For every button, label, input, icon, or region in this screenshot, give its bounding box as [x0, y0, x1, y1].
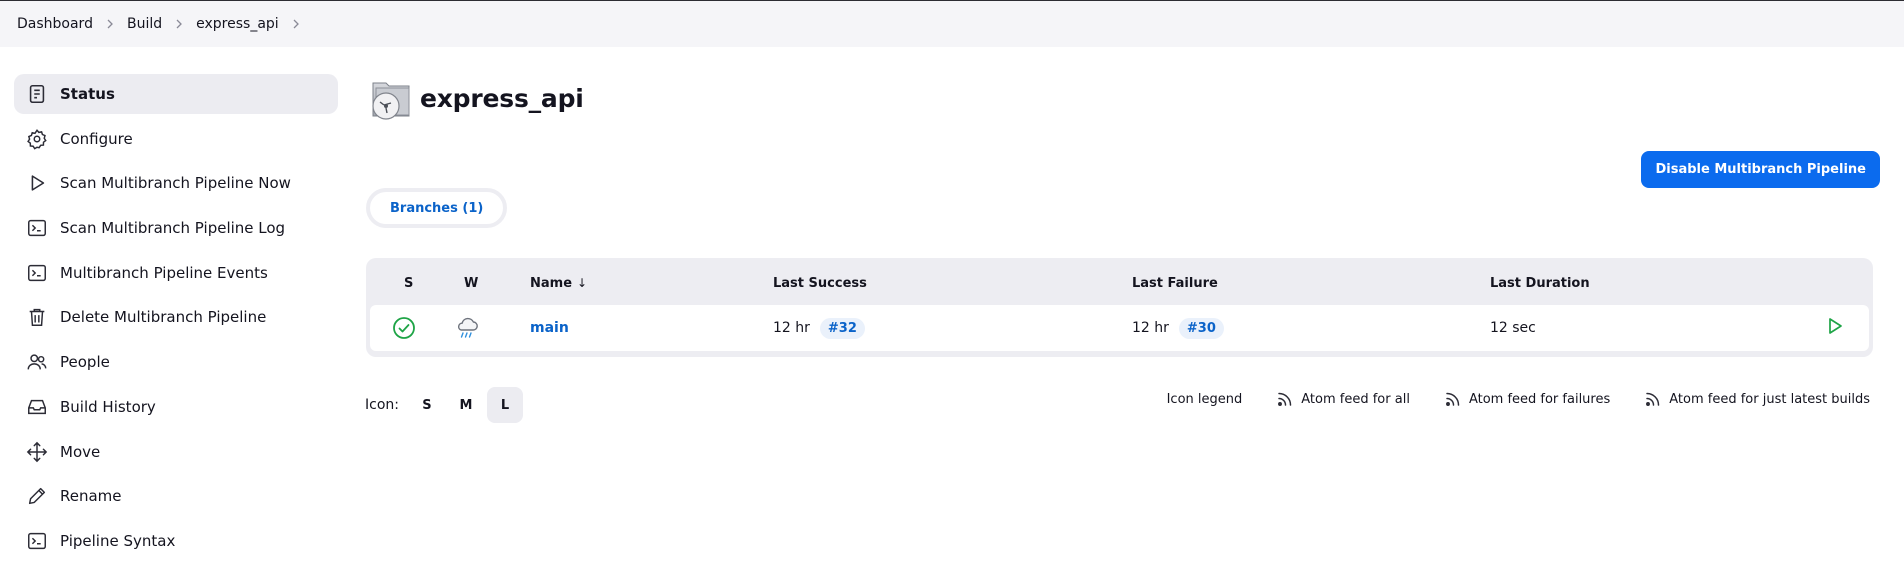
sidebar-item-label: People — [60, 353, 110, 372]
rss-icon — [1445, 392, 1460, 406]
rss-icon — [1646, 392, 1660, 406]
column-header-last-duration[interactable]: Last Duration — [1490, 261, 1590, 305]
icon-size-label: Icon: — [365, 397, 399, 413]
table-row: main 12 hr #32 12 hr #30 12 sec — [370, 305, 1869, 351]
last-failure-cell: 12 hr #30 — [1132, 305, 1224, 351]
last-failure-build-link[interactable]: #30 — [1178, 317, 1224, 339]
main-content: express_api Disable Multibranch Pipeline… — [365, 47, 1880, 538]
sidebar-item-label: Move — [60, 442, 101, 461]
atom-feed-latest-label: Atom feed for just latest builds — [1669, 391, 1870, 407]
sidebar-item-pipeline-events[interactable]: Multibranch Pipeline Events — [14, 253, 338, 293]
play-icon — [1825, 316, 1845, 340]
atom-feed-failures-link[interactable]: Atom feed for failures — [1445, 391, 1610, 407]
sidebar-item-build-history[interactable]: Build History — [14, 387, 338, 427]
sidebar-item-label: Scan Multibranch Pipeline Now — [60, 174, 291, 193]
atom-feed-all-link[interactable]: Atom feed for all — [1277, 391, 1410, 407]
column-header-s[interactable]: S — [404, 261, 413, 305]
chevron-right-icon[interactable] — [279, 19, 313, 29]
sidebar-item-scan-now[interactable]: Scan Multibranch Pipeline Now — [14, 163, 338, 203]
sidebar-item-scan-log[interactable]: Scan Multibranch Pipeline Log — [14, 208, 338, 248]
atom-feed-latest-link[interactable]: Atom feed for just latest builds — [1645, 391, 1870, 407]
chevron-right-icon — [162, 19, 196, 29]
sidebar-item-move[interactable]: Move — [14, 432, 338, 472]
breadcrumb-build[interactable]: Build — [127, 16, 162, 32]
sidebar: Status Configure Scan Multibranch Pipeli… — [14, 74, 338, 566]
schedule-build-button[interactable] — [1825, 305, 1845, 351]
column-header-last-success[interactable]: Last Success — [773, 261, 867, 305]
sidebar-item-label: Scan Multibranch Pipeline Log — [60, 219, 286, 238]
trash-icon — [26, 306, 48, 328]
branches-table: S W Name ↓ Last Success Last Failure Las… — [366, 258, 1873, 357]
sidebar-item-label: Delete Multibranch Pipeline — [60, 308, 267, 327]
atom-feed-failures-label: Atom feed for failures — [1468, 391, 1611, 407]
sidebar-item-label: Multibranch Pipeline Events — [60, 263, 268, 282]
sidebar-item-delete[interactable]: Delete Multibranch Pipeline — [14, 297, 338, 337]
last-success-cell: 12 hr #32 — [773, 305, 865, 351]
column-header-name-label: Name — [530, 275, 573, 291]
last-success-build-link[interactable]: #32 — [819, 317, 865, 339]
sidebar-item-label: Rename — [60, 487, 122, 506]
icon-size-m-button[interactable]: M — [448, 387, 484, 423]
people-icon — [26, 351, 48, 373]
tab-bar: Branches (1) — [366, 188, 508, 228]
rain-cloud-icon — [454, 305, 480, 351]
success-check-icon — [392, 305, 416, 351]
breadcrumb-express-api[interactable]: express_api — [196, 16, 279, 32]
sidebar-item-status[interactable]: Status — [14, 74, 338, 114]
document-icon — [26, 83, 48, 105]
sidebar-item-label: Pipeline Syntax — [60, 531, 176, 550]
inbox-icon — [26, 396, 48, 418]
sidebar-item-pipeline-syntax[interactable]: Pipeline Syntax — [14, 521, 338, 561]
column-header-w[interactable]: W — [464, 261, 478, 305]
icon-size-s-button[interactable]: S — [409, 387, 445, 423]
sidebar-item-label: Build History — [60, 397, 156, 416]
last-duration-cell: 12 sec — [1490, 320, 1536, 336]
icon-legend-link[interactable]: Icon legend — [1167, 392, 1243, 407]
sidebar-item-configure[interactable]: Configure — [14, 119, 338, 159]
branch-link-main[interactable]: main — [530, 320, 569, 336]
column-header-last-failure[interactable]: Last Failure — [1132, 261, 1218, 305]
atom-feed-all-label: Atom feed for all — [1301, 391, 1410, 407]
move-icon — [26, 441, 48, 463]
page-title: express_api — [420, 83, 584, 113]
pencil-icon — [26, 485, 48, 507]
breadcrumb-dashboard[interactable]: Dashboard — [17, 16, 93, 32]
disable-multibranch-pipeline-button[interactable]: Disable Multibranch Pipeline — [1641, 151, 1880, 188]
terminal-icon — [26, 217, 48, 239]
icon-size-selector: Icon: S M L — [365, 387, 526, 423]
breadcrumb: Dashboard Build express_api — [0, 0, 1904, 47]
terminal-icon — [26, 262, 48, 284]
tab-branches[interactable]: Branches (1) — [366, 188, 508, 228]
play-icon — [26, 172, 48, 194]
last-failure-time: 12 hr — [1132, 320, 1169, 336]
sidebar-item-label: Configure — [60, 129, 133, 148]
folder-icon — [365, 73, 415, 123]
last-success-time: 12 hr — [773, 320, 810, 336]
sidebar-item-people[interactable]: People — [14, 342, 338, 382]
terminal-icon — [26, 530, 48, 552]
sidebar-item-rename[interactable]: Rename — [14, 476, 338, 516]
chevron-right-icon — [93, 19, 127, 29]
gear-icon — [26, 128, 48, 150]
sidebar-item-label: Status — [60, 85, 115, 103]
sort-arrow-icon: ↓ — [577, 276, 588, 290]
table-header: S W Name ↓ Last Success Last Failure Las… — [370, 261, 1869, 305]
rss-icon — [1278, 392, 1292, 406]
page-header: express_api — [365, 73, 584, 123]
icon-size-l-button[interactable]: L — [486, 387, 523, 423]
column-header-name[interactable]: Name ↓ — [530, 261, 587, 305]
footer-links: Icon legend Atom feed for all Atom feed … — [1132, 391, 1870, 407]
